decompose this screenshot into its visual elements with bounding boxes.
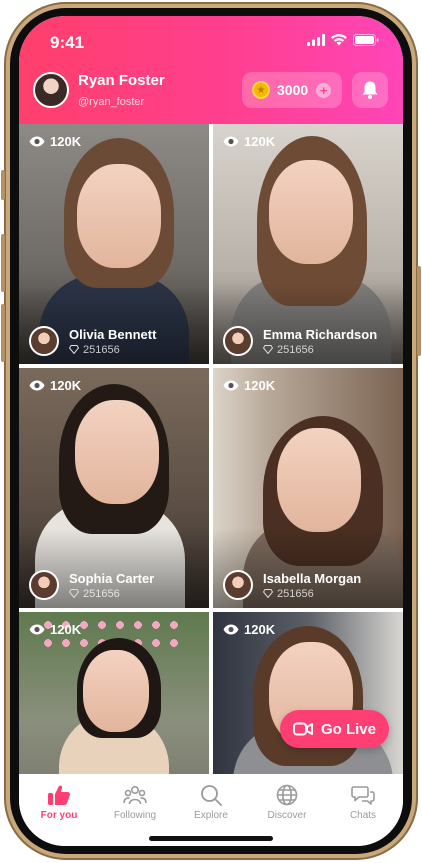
tab-label: For you <box>40 810 78 821</box>
viewer-count: 120K <box>223 378 275 393</box>
home-indicator[interactable] <box>149 836 273 841</box>
wifi-icon <box>331 34 347 46</box>
diamond-icon <box>263 589 273 598</box>
live-stream-grid: 120K Olivia Bennett 251656 120K Emma Ric… <box>19 124 403 774</box>
app-screen: 9:41 Ryan Foster @ryan_foster ★ 3000 + 1… <box>19 16 403 846</box>
stream-thumbnail-face <box>269 160 353 264</box>
add-coins-icon[interactable]: + <box>316 82 332 98</box>
host-score: 251656 <box>69 344 156 356</box>
viewer-count-value: 120K <box>50 622 82 637</box>
notifications-button[interactable] <box>352 72 388 108</box>
host-name: Emma Richardson <box>263 326 378 342</box>
stream-card[interactable]: 120K Isabella Morgan 251656 <box>213 368 403 608</box>
viewer-count: 120K <box>29 378 81 393</box>
volume-down-button <box>1 304 5 362</box>
eye-icon <box>29 136 45 147</box>
tab-label: Explore <box>194 810 228 821</box>
profile-handle: @ryan_foster <box>78 96 145 108</box>
profile-name: Ryan Foster <box>78 72 165 89</box>
power-button <box>417 266 421 356</box>
eye-icon <box>223 624 239 635</box>
stream-thumbnail-face <box>77 164 161 268</box>
video-camera-icon <box>292 722 313 736</box>
coin-balance-button[interactable]: ★ 3000 + <box>242 72 342 108</box>
go-live-label: Go Live <box>320 720 376 738</box>
viewer-count-value: 120K <box>244 134 276 149</box>
volume-up-button <box>1 234 5 292</box>
viewer-count: 120K <box>223 622 275 637</box>
viewer-count: 120K <box>223 134 275 149</box>
host-name: Isabella Morgan <box>263 570 362 586</box>
host-avatar[interactable] <box>223 570 253 600</box>
tab-label: Following <box>113 810 157 821</box>
globe-icon <box>276 784 298 806</box>
diamond-icon <box>69 345 79 354</box>
host-score-value: 251656 <box>83 343 120 356</box>
stream-card[interactable]: 120K Olivia Bennett 251656 <box>19 124 209 364</box>
eye-icon <box>223 136 239 147</box>
diamond-icon <box>69 589 79 598</box>
viewer-count: 120K <box>29 134 81 149</box>
tab-following[interactable]: Following <box>97 784 173 821</box>
status-time: 9:41 <box>50 33 85 52</box>
host-info: Sophia Carter 251656 <box>29 570 154 600</box>
viewer-count-value: 120K <box>50 378 82 393</box>
stream-thumbnail-face <box>83 650 149 732</box>
tab-label: Chats <box>349 810 377 821</box>
go-live-button[interactable]: Go Live <box>280 710 389 748</box>
search-icon <box>201 785 222 806</box>
battery-icon <box>353 34 379 46</box>
host-avatar[interactable] <box>29 326 59 356</box>
host-avatar[interactable] <box>29 570 59 600</box>
coin-balance: 3000 <box>277 82 309 98</box>
tab-discover[interactable]: Discover <box>249 784 325 821</box>
host-name: Olivia Bennett <box>69 326 157 342</box>
host-score: 251656 <box>263 344 377 356</box>
host-name: Sophia Carter <box>69 570 155 586</box>
stream-card[interactable]: 120K <box>213 612 403 774</box>
chat-icon <box>351 786 375 805</box>
header: 9:41 Ryan Foster @ryan_foster ★ 3000 + <box>19 16 403 124</box>
host-info: Isabella Morgan 251656 <box>223 570 361 600</box>
status-icons <box>307 34 379 46</box>
tab-explore[interactable]: Explore <box>173 784 249 821</box>
stream-thumbnail-face <box>277 428 361 532</box>
bell-icon <box>362 81 378 99</box>
host-info: Emma Richardson 251656 <box>223 326 377 356</box>
stream-card[interactable]: 120K Emma Richardson 251656 <box>213 124 403 364</box>
stream-card[interactable]: 120K <box>19 612 209 774</box>
people-icon <box>123 785 147 805</box>
eye-icon <box>29 624 45 635</box>
host-avatar[interactable] <box>223 326 253 356</box>
diamond-icon <box>263 345 273 354</box>
tab-for-you[interactable]: For you <box>21 784 97 821</box>
viewer-count-value: 120K <box>244 378 276 393</box>
mute-switch <box>1 170 5 200</box>
eye-icon <box>223 380 239 391</box>
viewer-count-value: 120K <box>50 134 82 149</box>
stream-thumbnail-face <box>75 400 159 504</box>
thumbs-up-icon <box>48 785 71 805</box>
viewer-count: 120K <box>29 622 81 637</box>
stream-card[interactable]: 120K Sophia Carter 251656 <box>19 368 209 608</box>
host-score: 251656 <box>69 588 154 600</box>
tab-chats[interactable]: Chats <box>325 784 401 821</box>
signal-icon <box>307 34 325 46</box>
host-score-value: 251656 <box>277 343 314 356</box>
profile-avatar[interactable] <box>33 72 69 108</box>
host-score: 251656 <box>263 588 361 600</box>
tab-label: Discover <box>267 810 307 821</box>
host-score-value: 251656 <box>83 587 120 600</box>
eye-icon <box>29 380 45 391</box>
host-info: Olivia Bennett 251656 <box>29 326 156 356</box>
viewer-count-value: 120K <box>244 622 276 637</box>
host-score-value: 251656 <box>277 587 314 600</box>
coin-icon: ★ <box>252 81 270 99</box>
